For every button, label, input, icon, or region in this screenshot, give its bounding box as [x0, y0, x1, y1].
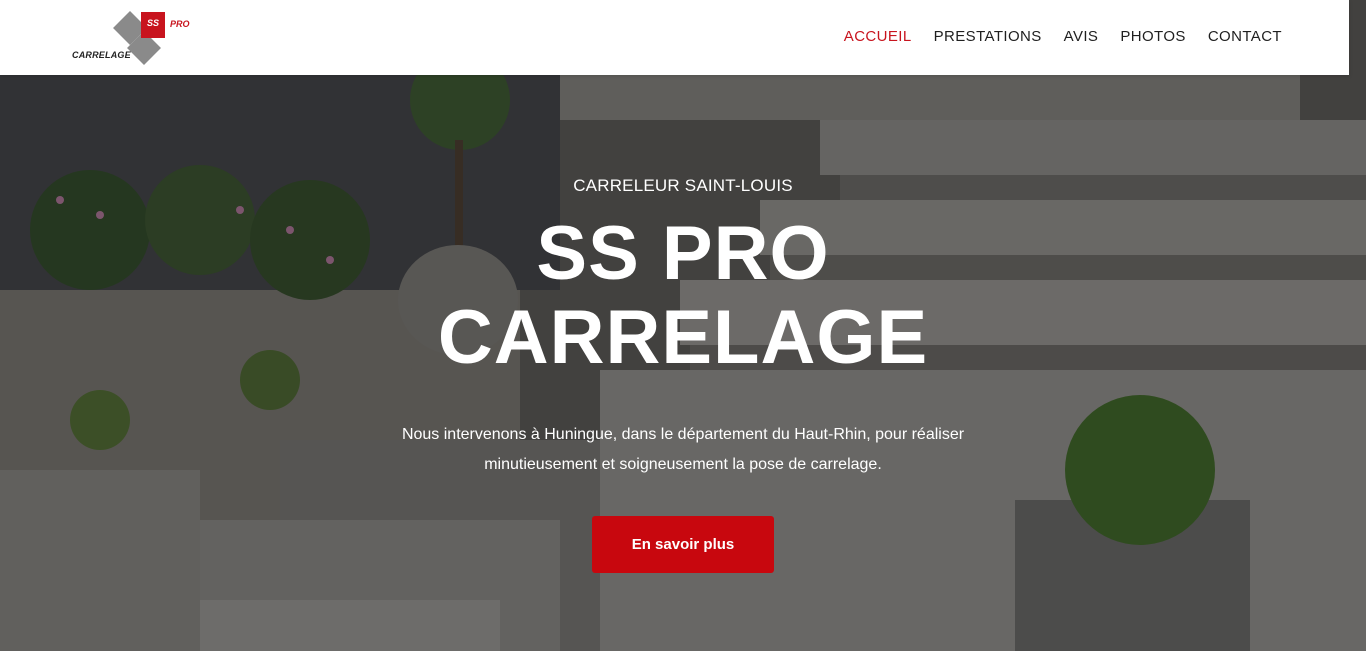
nav-item-contact[interactable]: CONTACT	[1208, 28, 1282, 45]
hero-title-line-1: SS PRO	[536, 211, 830, 296]
hero-eyebrow: CARRELEUR SAINT-LOUIS	[573, 176, 793, 195]
nav-item-accueil[interactable]: ACCUEIL	[844, 28, 912, 45]
hero-description: Nous intervenons à Huningue, dans le dép…	[401, 426, 965, 473]
hero-section: CARRELEUR SAINT-LOUIS SS PRO CARRELAGE N…	[0, 0, 1366, 651]
nav-item-prestations[interactable]: PRESTATIONS	[934, 28, 1042, 45]
nav-item-avis[interactable]: AVIS	[1064, 28, 1099, 45]
site-logo[interactable]: SS PRO CARRELAGE	[68, 6, 192, 66]
logo-red-square: SS	[141, 12, 165, 38]
site-header: SS PRO CARRELAGE ACCUEIL PRESTATIONS AVI…	[0, 0, 1349, 75]
hero-title-line-2: CARRELAGE	[437, 295, 929, 380]
nav-item-photos[interactable]: PHOTOS	[1120, 28, 1185, 45]
learn-more-button[interactable]: En savoir plus	[592, 516, 774, 573]
logo-wordmark: CARRELAGE	[72, 50, 131, 60]
logo-pro-text: PRO	[170, 19, 190, 29]
hero-title: SS PRO CARRELAGE	[0, 212, 1366, 380]
main-nav: ACCUEIL PRESTATIONS AVIS PHOTOS CONTACT	[844, 28, 1282, 45]
logo-mark-text: SS	[146, 18, 159, 28]
